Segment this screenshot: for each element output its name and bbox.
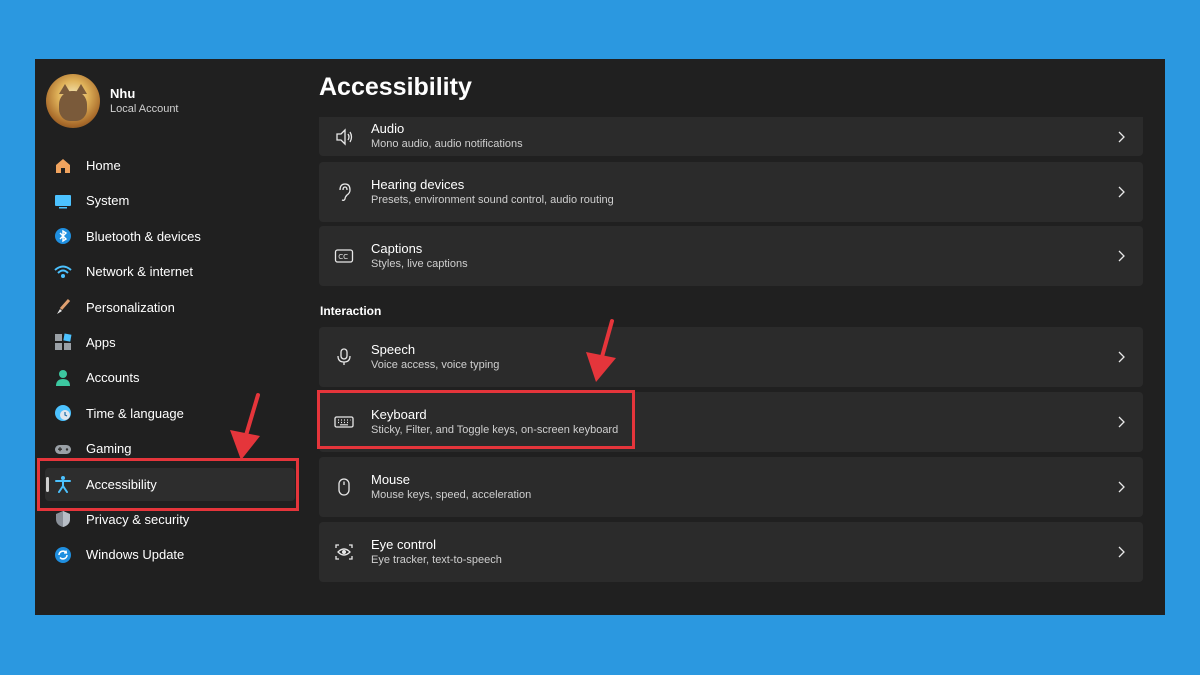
sidebar-item-label: Home: [86, 158, 121, 173]
sidebar-item-label: Privacy & security: [86, 511, 190, 527]
chevron-right-icon: [1115, 351, 1127, 363]
card-title: Hearing devices: [371, 176, 465, 192]
annotation-highlight-accessibility: [37, 458, 299, 511]
card-subtitle: Eye tracker, text-to-speech: [371, 553, 502, 566]
sidebar-item-label: Time & language: [86, 405, 184, 421]
home-icon: [54, 157, 72, 175]
card-title: Audio: [371, 121, 405, 136]
card-title: Speech: [371, 341, 416, 357]
sidebar-item-personalization[interactable]: Personalization: [45, 291, 295, 324]
eye-control-icon: [333, 541, 355, 563]
annotation-arrow-icon: [586, 319, 616, 382]
sidebar-item-label: Bluetooth & devices: [86, 228, 201, 244]
profile-account-type: Local Account: [110, 102, 179, 115]
ear-icon: [333, 181, 355, 203]
chevron-right-icon: [1115, 416, 1127, 428]
setting-card-hearing-devices[interactable]: Hearing devices Presets, environment sou…: [319, 162, 1143, 222]
profile-name: Nhu: [110, 85, 136, 101]
setting-card-mouse[interactable]: Mouse Mouse keys, speed, acceleration: [319, 457, 1143, 517]
gaming-icon: [54, 440, 72, 458]
card-subtitle: Voice access, voice typing: [371, 358, 500, 371]
card-subtitle: Mono audio, audio notifications: [371, 138, 523, 150]
sidebar-item-network[interactable]: Network & internet: [45, 255, 295, 288]
mouse-icon: [333, 476, 355, 498]
card-subtitle: Presets, environment sound control, audi…: [371, 193, 614, 206]
setting-card-eye-control[interactable]: Eye control Eye tracker, text-to-speech: [319, 522, 1143, 582]
apps-icon: [54, 333, 72, 351]
chevron-right-icon: [1115, 131, 1127, 143]
chevron-right-icon: [1115, 546, 1127, 558]
card-subtitle: Mouse keys, speed, acceleration: [371, 488, 532, 501]
microphone-icon: [333, 346, 355, 368]
shield-icon: [54, 510, 72, 528]
sidebar-item-system[interactable]: System: [45, 184, 295, 217]
annotation-highlight-keyboard: [317, 390, 635, 449]
sidebar-item-windows-update[interactable]: Windows Update: [45, 538, 295, 571]
annotation-arrow-icon: [230, 393, 260, 460]
brush-icon: [54, 298, 72, 316]
accounts-icon: [54, 369, 72, 387]
sidebar-item-bluetooth[interactable]: Bluetooth & devices: [45, 220, 295, 253]
card-title: Eye control: [371, 536, 437, 552]
sidebar-item-label: Gaming: [86, 441, 132, 457]
sidebar-item-apps[interactable]: Apps: [45, 326, 295, 359]
sidebar-item-label: Windows Update: [86, 547, 185, 563]
sidebar-item-label: Apps: [86, 334, 116, 350]
speaker-icon: [333, 126, 355, 148]
chevron-right-icon: [1115, 481, 1127, 493]
system-icon: [54, 192, 72, 210]
time-language-icon: [54, 404, 72, 422]
page-title: Accessibility: [319, 73, 472, 101]
sidebar-item-label: System: [86, 193, 130, 209]
setting-card-captions[interactable]: CC Captions Styles, live captions: [319, 226, 1143, 286]
avatar: [46, 74, 100, 128]
update-icon: [54, 546, 72, 564]
sidebar-item-label: Accounts: [86, 370, 140, 386]
sidebar-item-accounts[interactable]: Accounts: [45, 361, 295, 394]
card-title: Captions: [371, 240, 423, 256]
setting-card-audio[interactable]: Audio Mono audio, audio notifications: [319, 117, 1143, 156]
card-title: Mouse: [371, 471, 411, 487]
section-heading-interaction: Interaction: [320, 304, 382, 318]
bluetooth-icon: [54, 227, 72, 245]
wifi-icon: [54, 263, 72, 281]
chevron-right-icon: [1115, 250, 1127, 262]
sidebar-item-label: Personalization: [86, 299, 175, 315]
sidebar-item-label: Network & internet: [86, 264, 193, 280]
setting-card-speech[interactable]: Speech Voice access, voice typing: [319, 327, 1143, 387]
svg-text:CC: CC: [338, 253, 348, 261]
chevron-right-icon: [1115, 186, 1127, 198]
user-profile[interactable]: Nhu Local Account: [46, 74, 179, 128]
card-subtitle: Styles, live captions: [371, 257, 468, 270]
captions-icon: CC: [333, 245, 355, 267]
sidebar-item-home[interactable]: Home: [45, 149, 295, 182]
